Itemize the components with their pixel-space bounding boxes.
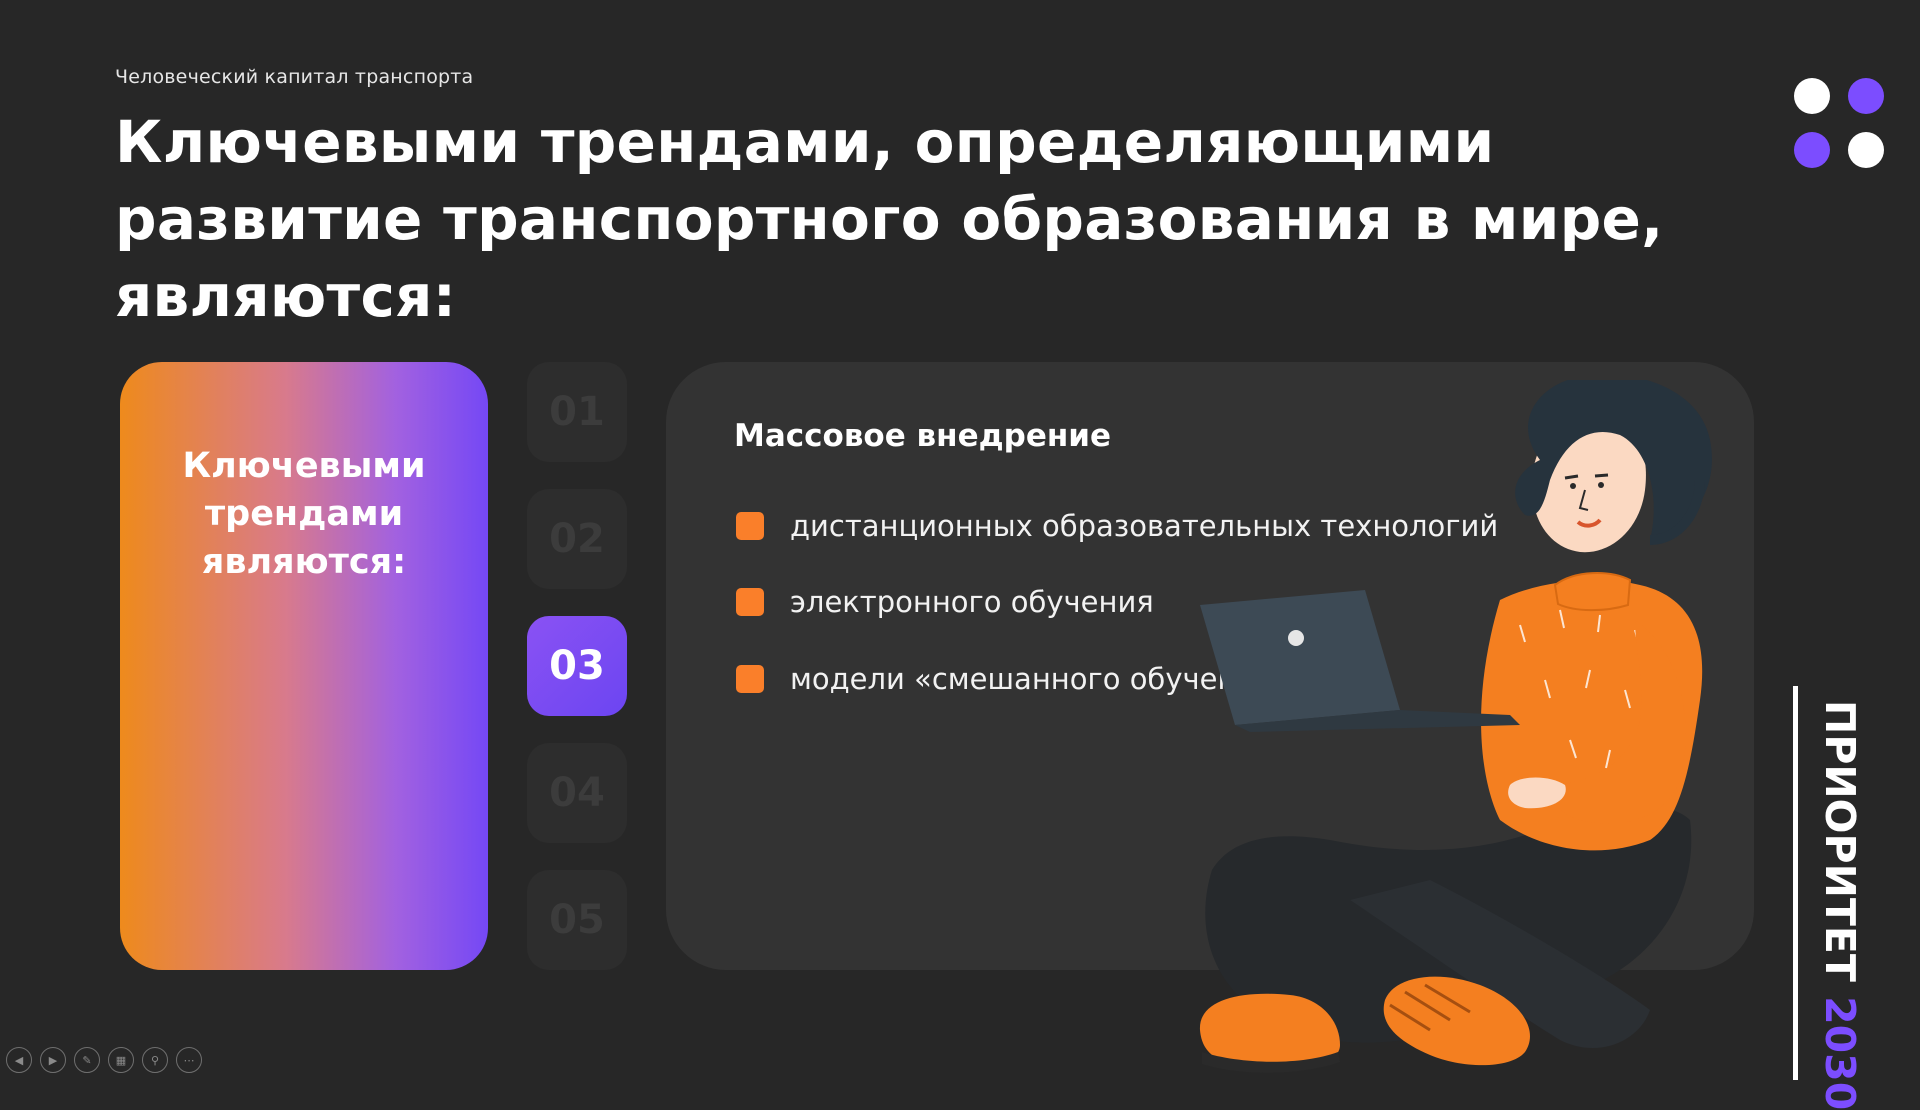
- next-slide-icon[interactable]: ▶: [40, 1047, 66, 1073]
- orange-bullet-icon: [736, 512, 764, 540]
- step-tab-03[interactable]: 03: [527, 616, 627, 716]
- bullet-item: электронного обучения: [736, 582, 1154, 622]
- step-tab-04[interactable]: 04: [527, 743, 627, 843]
- content-title: Массовое внедрение: [734, 418, 1112, 454]
- woman-with-laptop-illustration: [1199, 380, 1712, 1073]
- orange-bullet-icon: [736, 588, 764, 616]
- more-options-icon[interactable]: ⋯: [176, 1047, 202, 1073]
- trends-gradient-card: Ключевыми трендами являются:: [120, 362, 488, 970]
- step-tab-01[interactable]: 01: [527, 362, 627, 462]
- slideshow-controls: ◀ ▶ ✎ ▦ ⚲ ⋯: [6, 1047, 202, 1073]
- step-tab-05[interactable]: 05: [527, 870, 627, 970]
- bullet-text: электронного обучения: [790, 585, 1154, 619]
- dot-violet-bottom-left: [1794, 132, 1830, 168]
- brand-space: [1816, 982, 1864, 996]
- brand-divider-line: [1793, 686, 1798, 1080]
- dot-white-bottom-right: [1848, 132, 1884, 168]
- slide-title: Ключевыми трендами, определяющими развит…: [115, 108, 1664, 330]
- brand-year: 2030: [1816, 996, 1864, 1110]
- slide-subtitle: Человеческий капитал транспорта: [115, 66, 474, 88]
- dot-violet-top-right: [1848, 78, 1884, 114]
- slide-overview-icon[interactable]: ▦: [108, 1047, 134, 1073]
- trends-card-text: Ключевыми трендами являются:: [182, 446, 426, 582]
- decorative-dots: [1794, 78, 1884, 168]
- brand-vertical-label: ПРИОРИТЕТ 2030: [1816, 700, 1864, 1110]
- zoom-icon[interactable]: ⚲: [142, 1047, 168, 1073]
- step-tab-02[interactable]: 02: [527, 489, 627, 589]
- dot-white-top-left: [1794, 78, 1830, 114]
- pen-icon[interactable]: ✎: [74, 1047, 100, 1073]
- orange-bullet-icon: [736, 665, 764, 693]
- previous-slide-icon[interactable]: ◀: [6, 1047, 32, 1073]
- brand-word: ПРИОРИТЕТ: [1816, 700, 1864, 982]
